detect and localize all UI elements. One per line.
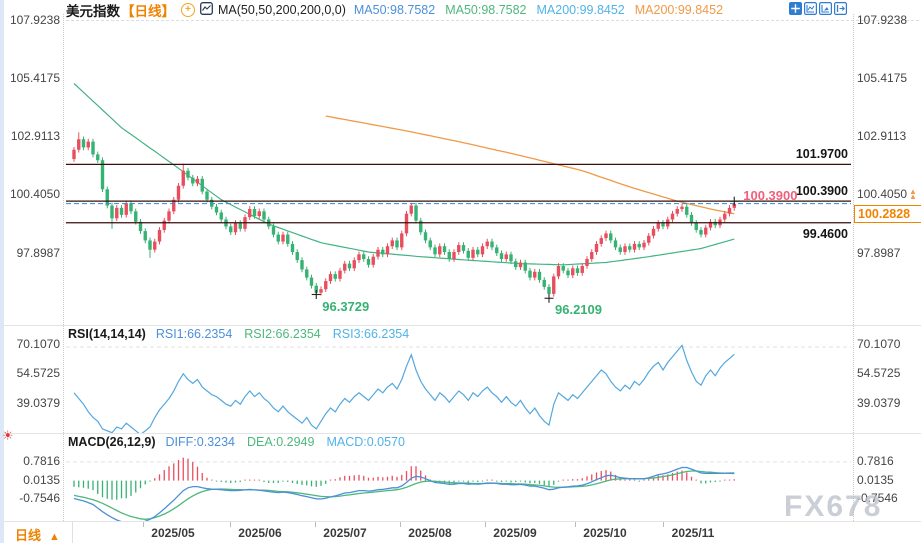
rsi-ytick-right-2: 39.0379	[857, 396, 900, 411]
main-ytick-left-0: 107.9238	[0, 13, 60, 28]
rsi-title: RSI(14,14,14)	[68, 327, 146, 341]
main-ytick-left-2: 102.9113	[0, 129, 60, 144]
ma-values: MA50:98.7582 MA50:98.7582 MA200:99.8452 MA2…	[354, 3, 733, 17]
main-ytick-right-4: 97.8987	[857, 246, 900, 261]
hot-settings-icon[interactable]: ☀	[2, 428, 14, 444]
rsi-values-1: RSI2:66.2354	[244, 327, 320, 341]
xaxis-month-1: 2025/06	[228, 526, 292, 540]
xaxis-month-5: 2025/10	[573, 526, 637, 540]
xaxis-month-2: 2025/07	[313, 526, 377, 540]
macd-ytick-left-2: -0.7546	[0, 491, 60, 506]
period-button-label: 日线	[15, 528, 41, 543]
macd-values-1: DEA:0.2949	[247, 435, 314, 449]
period-tag: 【日线】	[121, 0, 175, 20]
candlestick-chart-icon[interactable]	[200, 2, 213, 18]
main-ytick-left-4: 97.8987	[0, 246, 60, 261]
indicator-settings-icon[interactable]	[819, 2, 832, 15]
last-price-tag: 100.2828	[854, 205, 921, 223]
main-ytick-right-0: 107.9238	[857, 13, 907, 28]
ma-params-label: MA(50,50,200,200,0,0)	[218, 3, 346, 17]
rsi-ytick-right-1: 54.5725	[857, 366, 900, 381]
macd-title: MACD(26,12,9)	[68, 435, 156, 449]
ma-values-1: MA50:98.7582	[445, 3, 526, 17]
collapse-panel-icon[interactable]	[834, 2, 847, 15]
level-label-0: 101.9700	[718, 147, 848, 162]
low-annotation-1: 96.2109	[555, 302, 602, 317]
macd-ytick-left-0: 0.7816	[0, 454, 60, 469]
xaxis-month-4: 2025/09	[483, 526, 547, 540]
triangle-up-icon: ▲	[49, 531, 60, 543]
rsi-values-2: RSI3:66.2354	[333, 327, 409, 341]
macd-header: MACD(26,12,9) DIFF:0.3234 DEA:0.2949 MACD:…	[68, 435, 417, 449]
watermark: FX678	[784, 490, 882, 524]
macd-ytick-left-1: 0.0135	[0, 473, 60, 488]
main-ytick-left-3: 100.4050	[0, 187, 60, 202]
double-up-arrow-icon: ▲▲	[909, 189, 917, 199]
macd-values-0: DIFF:0.3234	[166, 435, 235, 449]
xaxis-month-3: 2025/08	[398, 526, 462, 540]
add-favorite-icon[interactable]: +	[181, 3, 195, 17]
crosshair-move-icon[interactable]	[789, 2, 802, 15]
chart-header: 美元指数【日线】 + MA(50,50,200,200,0,0) MA50:98…	[66, 2, 733, 17]
xaxis-month-0: 2025/05	[141, 526, 205, 540]
rsi-ytick-left-2: 39.0379	[0, 396, 60, 411]
xaxis-month-6: 2025/11	[661, 526, 725, 540]
high-annotation-2: 100.3900	[743, 188, 797, 203]
period-button[interactable]: 日线 ▲	[15, 525, 60, 543]
main-ytick-right-2: 102.9113	[857, 129, 906, 144]
chart-canvas[interactable]	[0, 0, 921, 543]
macd-values-2: MACD:0.0570	[326, 435, 405, 449]
chart-toolbar	[789, 2, 847, 15]
main-ytick-right-3: 100.4050	[857, 187, 907, 202]
macd-ytick-right-1: 0.0135	[857, 473, 894, 488]
instrument-title: 美元指数	[66, 0, 120, 20]
rsi-values: RSI1:66.2354 RSI2:66.2354 RSI3:66.2354	[156, 327, 421, 341]
level-label-2: 99.4600	[718, 227, 848, 242]
ma-values-2: MA200:99.8452	[537, 3, 625, 17]
rsi-header: RSI(14,14,14) RSI1:66.2354RSI2:66.2354RS…	[68, 327, 421, 341]
main-ytick-left-1: 105.4175	[0, 71, 60, 86]
ma-values-0: MA50:98.7582	[354, 3, 435, 17]
rsi-ytick-left-1: 54.5725	[0, 366, 60, 381]
indicator-window-icon[interactable]	[804, 2, 817, 15]
rsi-values-0: RSI1:66.2354	[156, 327, 232, 341]
main-ytick-right-1: 105.4175	[857, 71, 907, 86]
ma-values-3: MA200:99.8452	[635, 3, 723, 17]
rsi-ytick-right-0: 70.1070	[857, 337, 900, 352]
macd-values: DIFF:0.3234 DEA:0.2949 MACD:0.0570	[166, 435, 417, 449]
rsi-ytick-left-0: 70.1070	[0, 337, 60, 352]
low-annotation-0: 96.3729	[322, 299, 369, 314]
macd-ytick-right-0: 0.7816	[857, 454, 894, 469]
chart-app: 美元指数【日线】 + MA(50,50,200,200,0,0) MA50:98…	[0, 0, 921, 543]
